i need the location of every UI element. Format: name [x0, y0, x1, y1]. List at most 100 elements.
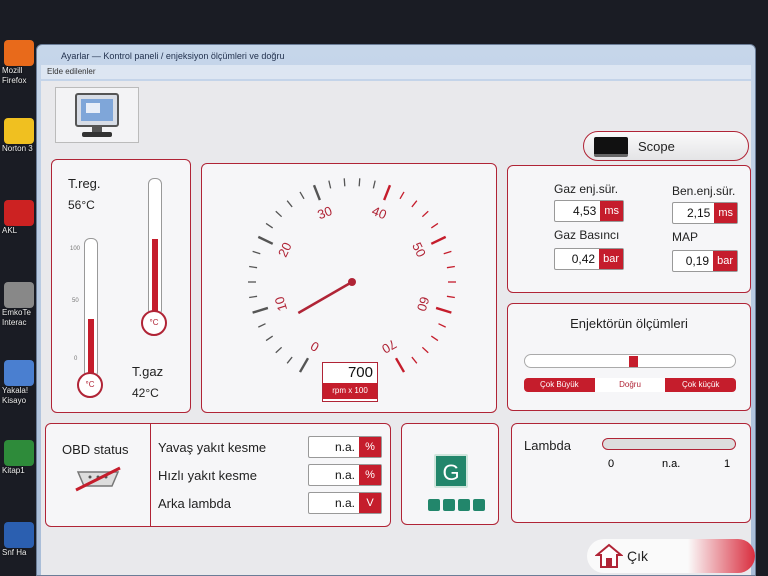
- obd-row-field: n.a.%: [308, 464, 382, 486]
- gas-level-dot: [428, 499, 440, 511]
- desktop-app-icon: [4, 40, 34, 66]
- obd-row-label: Hızlı yakıt kesme: [158, 468, 257, 483]
- desktop-icon[interactable]: AKL: [0, 200, 40, 236]
- desktop-app-icon: [4, 440, 34, 466]
- exit-label: Çık: [627, 548, 648, 564]
- gaz-basinci-unit: bar: [599, 249, 623, 269]
- lambda-min: 0: [608, 458, 615, 470]
- exit-button[interactable]: Çık: [587, 539, 755, 573]
- gauge-tick-label: 50: [409, 240, 429, 260]
- gauge-tick: [443, 250, 452, 255]
- desktop-app-icon: [4, 118, 34, 144]
- gas-status-panel: G: [401, 423, 499, 525]
- obd-row-value: n.a.: [334, 496, 355, 510]
- obd-row-field: n.a. V: [308, 492, 382, 514]
- gauge-tick: [383, 184, 392, 201]
- tgaz-thermometer: °C 100 50 0: [70, 238, 112, 404]
- gaz-enj-label: Gaz enj.sür.: [554, 182, 619, 196]
- tgaz-value: 42°C: [132, 386, 159, 400]
- rpm-unit: rpm x 100: [323, 383, 377, 399]
- desktop-icon-label: Yakala! Kisayo: [2, 386, 29, 405]
- gauge-tick: [252, 306, 269, 314]
- desktop-app-icon: [4, 282, 34, 308]
- gaz-basinci-label: Gaz Basıncı: [554, 228, 620, 242]
- desktop-icon[interactable]: Snf Ha: [0, 522, 40, 558]
- gauge-tick: [446, 265, 455, 269]
- desktop-icon[interactable]: Kitap1: [0, 440, 40, 476]
- rpm-value: 700: [347, 364, 373, 381]
- gauge-tick: [299, 191, 305, 200]
- menu-bar[interactable]: Elde edilenler: [41, 65, 751, 79]
- monitor-icon[interactable]: [55, 87, 139, 143]
- injector-scale: Çok Büyük Doğru Çok küçük: [524, 378, 736, 392]
- gauge-tick: [265, 222, 274, 229]
- obd-panel: OBD status Yavaş yakıt kesme n.a.% Hızlı y…: [45, 423, 391, 527]
- gauge-tick: [435, 306, 452, 314]
- injector-right-label: Çok küçük: [665, 378, 736, 392]
- obd-row-unit: %: [359, 437, 381, 457]
- desktop-icon[interactable]: Norton 3: [0, 118, 40, 154]
- desktop-icon[interactable]: Mozill Firefox: [0, 40, 40, 86]
- gauge-tick-label: 60: [414, 295, 433, 313]
- map-field: 0,19 bar: [672, 250, 738, 272]
- gauge-hub: [348, 278, 356, 286]
- gauge-tick: [358, 178, 361, 187]
- lambda-panel: Lambda 0 n.a. 1: [511, 423, 751, 523]
- desktop-icon-label: EmkoTe Interac: [2, 308, 31, 327]
- tgaz-bulb: °C: [77, 372, 103, 398]
- treg-bulb: °C: [141, 310, 167, 336]
- map-value: 0,19: [685, 254, 710, 268]
- gauge-tick-label: 10: [272, 295, 291, 313]
- obd-row-field: n.a.%: [308, 436, 382, 458]
- map-unit: bar: [713, 251, 737, 271]
- gauge-tick-label: 70: [379, 336, 399, 356]
- gauge-tick: [249, 265, 258, 269]
- gauge-tick-label: 20: [275, 240, 295, 260]
- obd-row-unit: %: [359, 465, 381, 485]
- gauge-tick: [430, 235, 447, 245]
- gas-level-dot: [458, 499, 470, 511]
- temperature-panel: T.reg. 56°C °C °C 100 50 0 T.gaz 42°C: [51, 159, 191, 413]
- ben-enj-value: 2,15: [686, 206, 711, 220]
- gaz-enj-unit: ms: [600, 201, 623, 221]
- gauge-tick: [286, 200, 293, 208]
- gaz-enj-field: 4,53 ms: [554, 200, 624, 222]
- gauge-needle: [297, 280, 353, 315]
- desktop-icon-label: Snf Ha: [2, 548, 27, 557]
- treg-value: 56°C: [68, 198, 95, 212]
- obd-row-value: n.a.: [334, 468, 355, 482]
- desktop-icon[interactable]: Yakala! Kisayo: [0, 360, 40, 406]
- gauge-tick: [275, 210, 283, 218]
- scope-button[interactable]: Scope: [583, 131, 749, 161]
- gas-level-dot: [473, 499, 485, 511]
- rpm-gauge-panel: 0 10 20 30 40 50 60 70 700 rpm x 100: [201, 163, 497, 413]
- desktop-icon[interactable]: EmkoTe Interac: [0, 282, 40, 328]
- treg-label: T.reg.: [68, 176, 101, 191]
- gauge-tick: [257, 235, 274, 245]
- gauge-tick-label: 0: [308, 338, 322, 355]
- obd-row-unit: V: [359, 493, 381, 513]
- app-window: Ayarlar — Kontrol paneli / enjeksiyon öl…: [36, 44, 756, 576]
- obd-row-label: Arka lambda: [158, 496, 231, 511]
- gaz-basinci-value: 0,42: [571, 252, 596, 266]
- gauge-tick-label: 30: [315, 203, 334, 222]
- obd-connector-icon: [75, 466, 121, 492]
- injector-mid-label: Doğru: [594, 378, 666, 392]
- rpm-readout: 700 rpm x 100: [322, 362, 378, 402]
- ben-enj-unit: ms: [714, 203, 737, 223]
- gauge-tick: [399, 191, 405, 200]
- gauge-tick: [265, 335, 274, 342]
- tgaz-label: T.gaz: [132, 364, 164, 379]
- injector-marker: [629, 356, 638, 367]
- gas-level-dot: [443, 499, 455, 511]
- scope-label: Scope: [638, 139, 675, 154]
- scale-100: 100: [70, 246, 81, 252]
- gauge-tick: [343, 178, 346, 187]
- client-area: Scope T.reg. 56°C °C °C 100 50 0 T.gaz 4…: [41, 81, 755, 575]
- injector-title: Enjektörün ölçümleri: [570, 316, 688, 331]
- map-label: MAP: [672, 230, 699, 244]
- gauge-tick: [372, 180, 376, 189]
- injector-track: [524, 354, 736, 368]
- lambda-value: n.a.: [662, 458, 681, 470]
- desktop-app-icon: [4, 522, 34, 548]
